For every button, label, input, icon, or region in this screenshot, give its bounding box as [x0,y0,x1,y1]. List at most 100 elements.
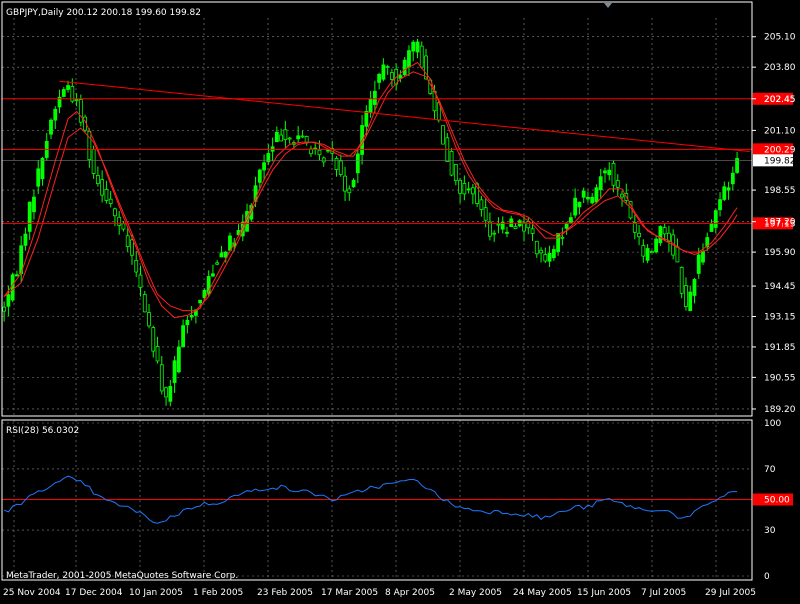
candle-body [108,198,113,204]
y-tick-label: 195.90 [764,248,796,258]
candle-body [675,246,680,263]
candle-body [343,175,347,192]
candle-body [36,168,41,187]
candle-body [594,187,599,203]
candle-body [147,312,151,327]
rsi-tick-label: 30 [764,526,776,536]
level-price-label: 200.29 [764,145,796,155]
y-tick-label: 190.55 [764,373,796,383]
candle-body [526,221,531,229]
candle-body [296,135,301,140]
candle-body [411,41,416,52]
candle-body [449,150,454,176]
candle-body [407,50,411,68]
candle-body [718,199,722,211]
candle-body [637,232,641,238]
candle-body [347,188,352,194]
candle-body [385,66,390,68]
candle-body [505,231,509,234]
candle-body [61,89,66,97]
candle-body [351,179,356,188]
candle-body [211,273,215,277]
chart-canvas[interactable]: 202.45200.29197.13199.82 50.00 25 Nov 20… [0,0,800,600]
candle-body [381,64,386,80]
candle-body [586,196,590,200]
candle-body [568,217,573,223]
candle-body [155,346,160,362]
candle-body [611,162,616,186]
candle-body [23,233,28,246]
x-tick-label: 17 Dec 2004 [65,588,123,598]
chart-background [0,0,800,600]
current-price-label: 199.82 [764,156,796,166]
candle-body [641,245,646,257]
rsi-tick-label: 70 [764,465,776,475]
candle-body [168,385,173,402]
candle-body [138,274,143,288]
y-tick-label: 194.45 [764,282,796,292]
candle-body [100,179,105,196]
candle-body [645,248,650,261]
candle-body [390,72,394,80]
candle-body [620,193,624,198]
candle-body [466,188,471,191]
x-tick-label: 15 Jun 2005 [577,588,631,598]
x-tick-label: 8 Apr 2005 [385,588,435,598]
candle-body [509,218,514,228]
candle-body [598,176,603,191]
candle-body [274,131,279,143]
candle-body [10,274,15,301]
candle-body [49,119,53,135]
candle-body [104,189,109,201]
x-tick-label: 17 Mar 2005 [321,588,378,598]
candle-body [534,240,539,255]
candle-body [338,160,343,175]
candle-body [603,170,607,174]
x-tick-label: 7 Jul 2005 [641,588,686,598]
x-tick-label: 23 Feb 2005 [257,588,313,598]
candle-body [32,196,36,213]
candle-body [522,222,526,232]
candle-body [615,180,620,188]
y-tick-label: 198.55 [764,186,796,196]
candle-body [27,201,32,232]
candle-body [176,346,181,373]
candle-body [632,222,637,233]
candle-body [696,254,701,274]
candle-body [15,274,19,277]
candle-body [688,291,693,312]
candle-body [722,186,727,200]
candle-body [684,285,688,307]
candle-body [573,197,578,216]
y-tick-label: 201.10 [764,126,796,136]
candle-body [355,153,360,174]
candle-body [662,227,667,235]
candle-body [377,73,382,83]
candle-body [709,223,714,232]
x-tick-label: 24 May 2005 [513,588,572,598]
candle-body [551,249,556,259]
candle-body [279,134,284,142]
candle-body [577,201,582,208]
candle-body [564,222,569,229]
y-tick-label: 205.10 [764,33,796,43]
candle-body [590,196,595,204]
candle-body [368,98,373,113]
candle-body [215,262,220,265]
candle-body [441,125,445,145]
x-tick-label: 1 Feb 2005 [193,588,243,598]
x-tick-label: 2 May 2005 [449,588,502,598]
candle-body [713,210,718,228]
candle-body [543,254,548,262]
y-tick-label: 202.45 [764,95,796,105]
rsi-tick-label: 0 [764,572,770,582]
candle-body [164,387,168,398]
candle-body [607,169,612,176]
chart-header: GBPJPY,Daily 200.12 200.18 199.60 199.82 [6,8,201,18]
candle-body [113,208,117,217]
candle-body [78,99,83,123]
candle-body [142,294,147,313]
candle-body [257,169,262,183]
y-tick-label: 203.80 [764,63,796,73]
candle-body [91,149,96,174]
